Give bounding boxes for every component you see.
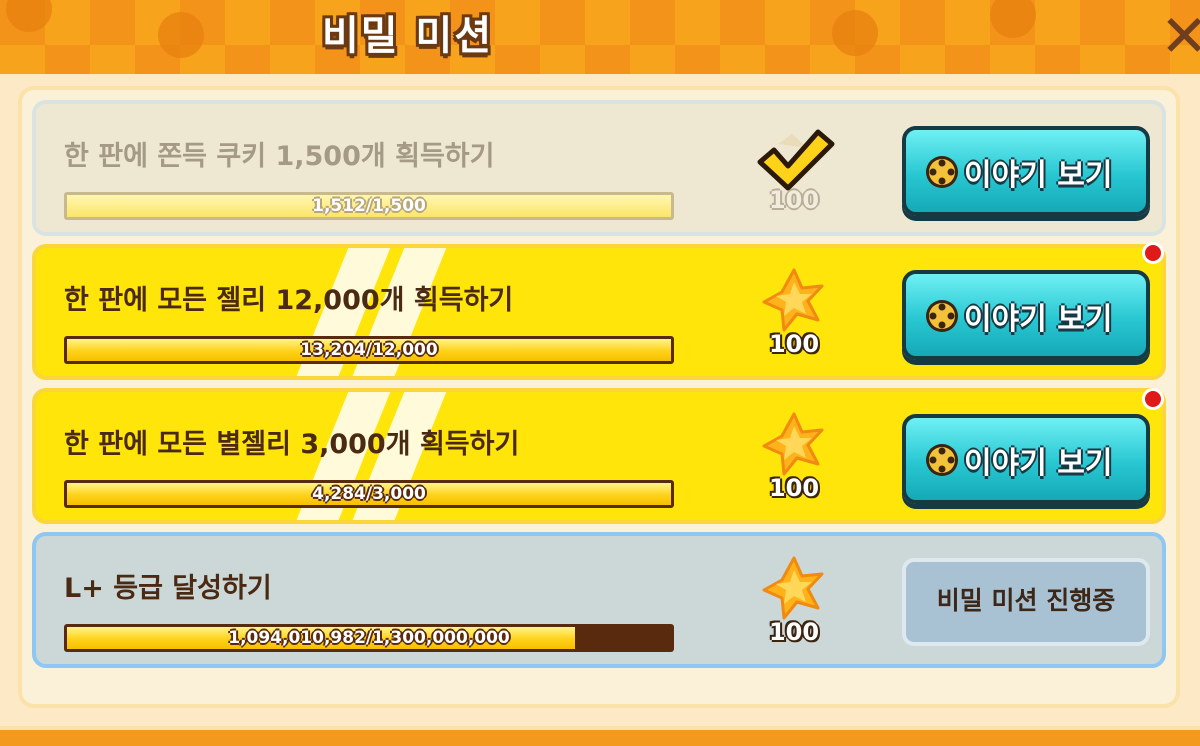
progress-bar: 13,204/12,000 bbox=[64, 336, 674, 364]
progress-bar: 1,512/1,500 bbox=[64, 192, 674, 220]
reward: 100 bbox=[758, 268, 830, 368]
reward: 100 bbox=[758, 556, 830, 656]
mission-row: 한 판에 모든 별젤리 3,000개 획득하기 4,284/3,000 100 … bbox=[32, 388, 1166, 524]
progress-text: 13,204/12,000 bbox=[300, 340, 438, 360]
mission-row: L+ 등급 달성하기 1,094,010,982/1,300,000,000 1… bbox=[32, 532, 1166, 668]
view-story-label: 이야기 보기 bbox=[964, 446, 1113, 481]
reward-amount: 100 bbox=[768, 330, 820, 358]
notification-dot bbox=[1142, 388, 1164, 410]
bottom-border bbox=[0, 726, 1200, 746]
view-story-label: 이야기 보기 bbox=[964, 302, 1113, 337]
cookie-pattern-icon bbox=[6, 0, 52, 32]
mission-row: 한 판에 쫀득 쿠키 1,500개 획득하기 1,512/1,500 100 이… bbox=[32, 100, 1166, 236]
progress-bar: 4,284/3,000 bbox=[64, 480, 674, 508]
progress-text: 4,284/3,000 bbox=[312, 484, 426, 504]
mission-description: 한 판에 모든 별젤리 3,000개 획득하기 bbox=[64, 429, 520, 460]
view-story-button[interactable]: 이야기 보기 bbox=[902, 270, 1150, 360]
star-jelly-icon bbox=[762, 268, 824, 332]
reward-amount: 100 bbox=[768, 186, 820, 214]
mission-in-progress-status: 비밀 미션 진행중 bbox=[902, 558, 1150, 646]
view-story-button[interactable]: 이야기 보기 bbox=[902, 126, 1150, 216]
mission-row: 한 판에 모든 젤리 12,000개 획득하기 13,204/12,000 10… bbox=[32, 244, 1166, 380]
mission-description: L+ 등급 달성하기 bbox=[64, 573, 272, 604]
mission-description: 한 판에 모든 젤리 12,000개 획득하기 bbox=[64, 285, 514, 316]
view-story-button[interactable]: 이야기 보기 bbox=[902, 414, 1150, 504]
cookie-pattern-icon bbox=[158, 12, 204, 58]
film-reel-icon bbox=[926, 156, 958, 188]
star-jelly-icon bbox=[762, 412, 824, 476]
view-story-label: 이야기 보기 bbox=[964, 158, 1113, 193]
notification-dot bbox=[1142, 242, 1164, 264]
cookie-pattern-icon bbox=[832, 10, 878, 56]
star-jelly-icon bbox=[762, 556, 824, 620]
progress-bar: 1,094,010,982/1,300,000,000 bbox=[64, 624, 674, 652]
progress-text: 1,094,010,982/1,300,000,000 bbox=[228, 628, 510, 648]
film-reel-icon bbox=[926, 300, 958, 332]
reward: 100 bbox=[758, 412, 830, 512]
cookie-pattern-icon bbox=[990, 0, 1036, 38]
header-bar: 비밀 미션 ✕ bbox=[0, 0, 1200, 74]
close-icon[interactable]: ✕ bbox=[1160, 7, 1200, 65]
reward-amount: 100 bbox=[768, 618, 820, 646]
mission-description: 한 판에 쫀득 쿠키 1,500개 획득하기 bbox=[64, 141, 495, 172]
page-title: 비밀 미션 bbox=[322, 13, 494, 59]
film-reel-icon bbox=[926, 444, 958, 476]
progress-text: 1,512/1,500 bbox=[312, 196, 426, 216]
reward-amount: 100 bbox=[768, 474, 820, 502]
reward: 100 bbox=[757, 124, 835, 224]
